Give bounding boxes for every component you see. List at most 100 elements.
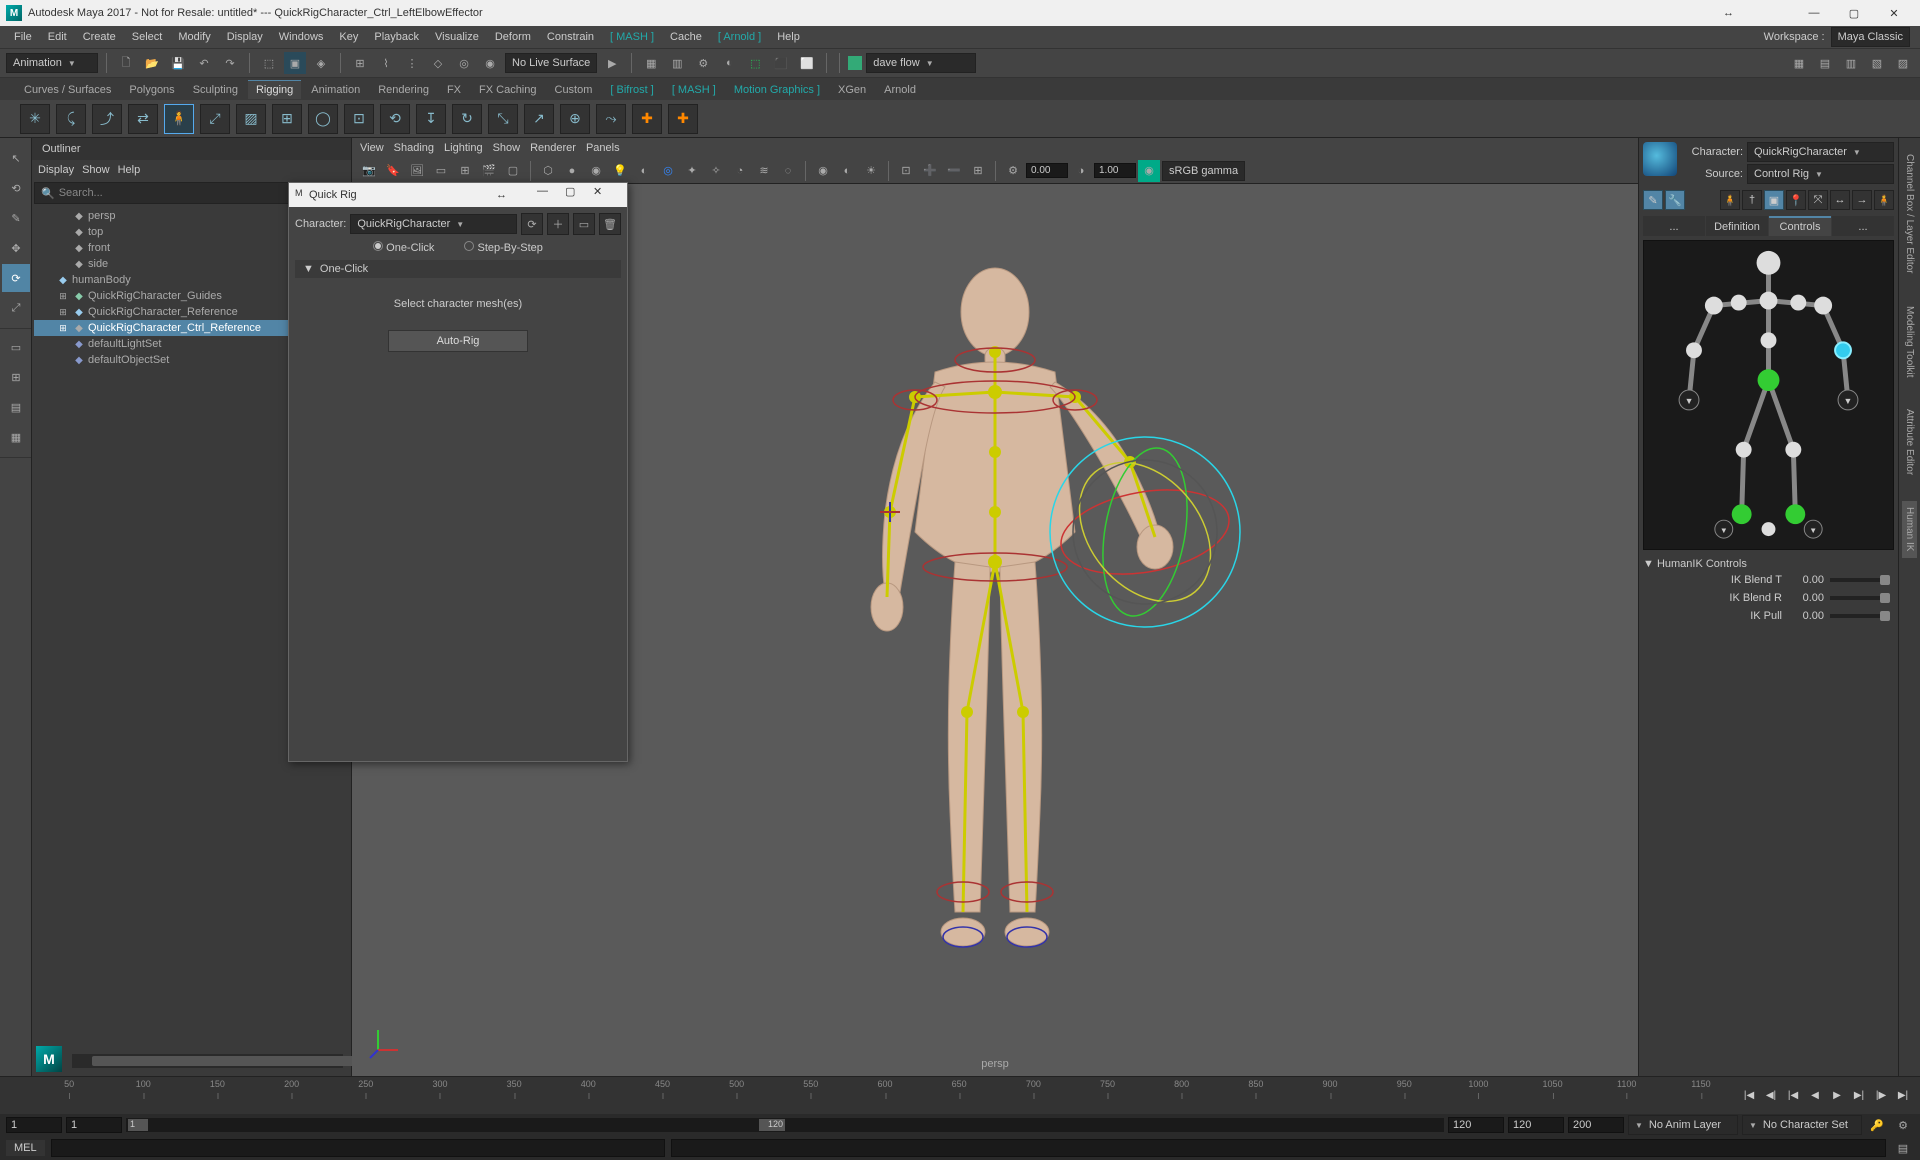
qr-close[interactable]: ✕ xyxy=(593,185,621,205)
qr-oneclick-radio[interactable]: One-Click xyxy=(373,241,434,254)
close-button[interactable]: ✕ xyxy=(1874,1,1914,25)
shelf-blend-icon[interactable]: ⊡ xyxy=(344,104,374,134)
shelf-insert-icon[interactable]: ⤴ xyxy=(92,104,122,134)
render-settings-icon[interactable]: ⚙ xyxy=(692,52,714,74)
qr-maximize[interactable]: ▢ xyxy=(565,185,593,205)
slider-value[interactable]: 0.00 xyxy=(1788,574,1824,586)
shelf-tab[interactable]: Animation xyxy=(303,80,368,99)
menu-deform[interactable]: Deform xyxy=(487,29,539,45)
save-scene-icon[interactable]: 💾 xyxy=(167,52,189,74)
shelf-mirror-icon[interactable]: ⇄ xyxy=(128,104,158,134)
vp-wireframe-icon[interactable]: ⬡ xyxy=(537,160,559,182)
vp-gear-icon[interactable]: ⚙ xyxy=(1002,160,1024,182)
live-surface-dropdown[interactable]: No Live Surface xyxy=(505,53,597,73)
qr-refresh-icon[interactable]: ⟳ xyxy=(521,213,543,235)
tab-attribute[interactable]: Attribute Editor xyxy=(1902,403,1917,481)
toggle-panel2-icon[interactable]: ⬛ xyxy=(770,52,792,74)
hik-stance-icon[interactable]: 🧍 xyxy=(1874,190,1894,210)
shelf-tab[interactable]: Curves / Surfaces xyxy=(16,80,119,99)
menu-playback[interactable]: Playback xyxy=(366,29,427,45)
vp-gate-icon[interactable]: ▢ xyxy=(502,160,524,182)
char-set-dropdown[interactable]: ▼ No Character Set xyxy=(1742,1115,1862,1135)
shelf-wrap-icon[interactable]: ⟲ xyxy=(380,104,410,134)
shelf-tab[interactable]: Arnold xyxy=(876,80,924,99)
human-model[interactable] xyxy=(735,252,1255,972)
quickrig-window[interactable]: M Quick Rig ↔ — ▢ ✕ Character: QuickRigC… xyxy=(288,182,628,762)
shelf-ik-icon[interactable]: ⤹ xyxy=(56,104,86,134)
layout5-icon[interactable]: ▨ xyxy=(1892,52,1914,74)
shelf-paint-icon[interactable]: ⤳ xyxy=(596,104,626,134)
vp-shadow-icon[interactable]: ◐ xyxy=(633,160,655,182)
ipv-icon[interactable]: ▥ xyxy=(666,52,688,74)
shelf-quickrig-icon[interactable]: 🧍 xyxy=(164,104,194,134)
shelf-pole-icon[interactable]: ⊕ xyxy=(560,104,590,134)
toggle-panel3-icon[interactable]: ⬜ xyxy=(796,52,818,74)
menu-help[interactable]: Help xyxy=(769,29,808,45)
shelf-hik-icon[interactable]: ⤢ xyxy=(200,104,230,134)
mode-dropdown[interactable]: Animation▼ xyxy=(6,53,98,73)
vp-shaded-icon[interactable]: ● xyxy=(561,160,583,182)
shelf-tab[interactable]: Rendering xyxy=(370,80,437,99)
menu-arnold[interactable]: [ Arnold ] xyxy=(710,29,769,45)
step-forward-icon[interactable]: ▶| xyxy=(1848,1086,1870,1106)
qr-autorig-button[interactable]: Auto-Rig xyxy=(388,330,528,352)
slider[interactable] xyxy=(1830,578,1890,582)
paint-select-tool[interactable]: ✎ xyxy=(2,204,30,232)
vp-menu-renderer[interactable]: Renderer xyxy=(530,142,576,154)
menu-file[interactable]: File xyxy=(6,29,40,45)
outliner-menu-show[interactable]: Show xyxy=(82,164,110,176)
vp-motion2-icon[interactable]: ◐ xyxy=(836,160,858,182)
tab-modelingtk[interactable]: Modeling Toolkit xyxy=(1902,300,1917,384)
vp-2d-icon[interactable]: ▭ xyxy=(430,160,452,182)
shelf-pconstraint-icon[interactable]: ↧ xyxy=(416,104,446,134)
step-back-icon[interactable]: |◀ xyxy=(1782,1086,1804,1106)
range-handle-start[interactable]: 1 xyxy=(128,1119,148,1131)
menu-mash[interactable]: [ MASH ] xyxy=(602,29,662,45)
menu-key[interactable]: Key xyxy=(331,29,366,45)
shelf-tab[interactable]: FX xyxy=(439,80,469,99)
panel-layout3-icon[interactable]: ▤ xyxy=(2,393,30,421)
qr-section-header[interactable]: ▼One-Click xyxy=(295,260,621,278)
hik-tab-controls[interactable]: Controls xyxy=(1769,216,1831,236)
shelf-locator-icon[interactable]: ✚ xyxy=(632,104,662,134)
menu-select[interactable]: Select xyxy=(124,29,171,45)
vp-gamma-icon[interactable]: ◑ xyxy=(1070,160,1092,182)
qr-char-dropdown[interactable]: QuickRigCharacter▼ xyxy=(350,214,517,234)
shelf-locator2-icon[interactable]: ✚ xyxy=(668,104,698,134)
menu-create[interactable]: Create xyxy=(75,29,124,45)
range-end-outer[interactable] xyxy=(1508,1117,1564,1133)
range-end-max[interactable] xyxy=(1568,1117,1624,1133)
timeline-ruler[interactable]: 5010015020025030035040045050055060065070… xyxy=(32,1077,1738,1114)
panel-layout2-icon[interactable]: ⊞ xyxy=(2,363,30,391)
shelf-skin-icon[interactable]: ▨ xyxy=(236,104,266,134)
play-back-icon[interactable]: ◀ xyxy=(1804,1086,1826,1106)
cmd-lang-button[interactable]: MEL xyxy=(6,1140,45,1156)
snap-view-icon[interactable]: ◉ xyxy=(479,52,501,74)
qr-delete-icon[interactable]: 🗑 xyxy=(599,213,621,235)
vp-exposure-input[interactable] xyxy=(1026,163,1068,178)
range-slider-track[interactable]: 1 120 xyxy=(126,1118,1444,1132)
vp-motion-icon[interactable]: ≋ xyxy=(753,160,775,182)
slider[interactable] xyxy=(1830,614,1890,618)
menu-modify[interactable]: Modify xyxy=(170,29,218,45)
outliner-menu-display[interactable]: Display xyxy=(38,164,74,176)
shelf-tab[interactable]: Custom xyxy=(547,80,601,99)
vp-menu-show[interactable]: Show xyxy=(493,142,521,154)
open-scene-icon[interactable]: 📂 xyxy=(141,52,163,74)
layout-icon[interactable]: ▦ xyxy=(1788,52,1810,74)
live-surface-arrow-icon[interactable]: ▶ xyxy=(601,52,623,74)
snap-curve-icon[interactable]: ⌇ xyxy=(375,52,397,74)
vp-xray-icon[interactable]: ✦ xyxy=(681,160,703,182)
maximize-button[interactable]: ▢ xyxy=(1834,1,1874,25)
vp-colormgmt-dropdown[interactable]: sRGB gamma xyxy=(1162,161,1245,181)
vp-grid-icon[interactable]: ⊞ xyxy=(454,160,476,182)
move-tool[interactable]: ✥ xyxy=(2,234,30,262)
hik-fk-icon[interactable]: → xyxy=(1852,190,1872,210)
new-scene-icon[interactable]: 🗋 xyxy=(115,52,137,74)
hik-fullbody-icon[interactable]: 🧍 xyxy=(1720,190,1740,210)
vp-menu-panels[interactable]: Panels xyxy=(586,142,620,154)
select-lasso-icon[interactable]: ◈ xyxy=(310,52,332,74)
snap-grid-icon[interactable]: ⊞ xyxy=(349,52,371,74)
step-back-key-icon[interactable]: ◀| xyxy=(1760,1086,1782,1106)
vp-isolate-icon[interactable]: ◎ xyxy=(657,160,679,182)
